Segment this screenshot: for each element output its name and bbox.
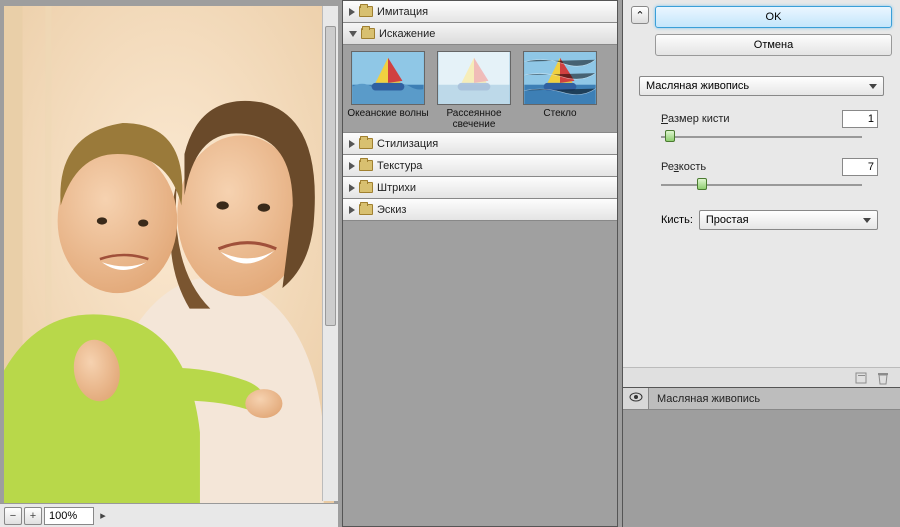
filter-thumb-diffuse-glow[interactable]: Рассеянное свечение	[433, 51, 515, 130]
effect-layer-name: Масляная живопись	[649, 393, 768, 405]
thumb-label: Стекло	[519, 108, 601, 119]
effect-layer-toolbar	[623, 367, 900, 387]
filter-select[interactable]: Масляная живопись	[639, 76, 884, 96]
category-tekstura[interactable]: Текстура	[343, 155, 617, 177]
param-label-sharpness: Резкость	[661, 161, 706, 173]
filter-thumb-ocean-waves[interactable]: Океанские волны	[347, 51, 429, 119]
cancel-button[interactable]: Отмена	[655, 34, 892, 56]
brush-type-select[interactable]: Простая	[699, 210, 878, 230]
filter-select-value: Масляная живопись	[646, 80, 749, 92]
eye-icon	[629, 392, 643, 405]
zoom-out-button[interactable]: −	[4, 507, 22, 525]
zoom-field[interactable]: 100%	[44, 507, 94, 525]
preview-toolbar: − + 100% ▸	[0, 503, 338, 527]
preview-canvas[interactable]	[4, 6, 334, 503]
triangle-down-icon	[349, 31, 357, 37]
brush-type-value: Простая	[706, 214, 749, 226]
category-label: Стилизация	[377, 138, 438, 150]
filter-gallery-panel: Имитация Искажение Океански	[342, 0, 618, 527]
chevron-down-icon	[869, 84, 877, 89]
filter-thumbnails: Океанские волны Рассеянное свечение	[343, 45, 617, 133]
chevron-up-icon: ⌃	[635, 9, 644, 22]
category-label: Имитация	[377, 6, 428, 18]
folder-icon	[359, 160, 373, 171]
preview-panel: − + 100% ▸	[0, 0, 338, 527]
category-iskazhenie[interactable]: Искажение	[343, 23, 617, 45]
folder-icon	[359, 6, 373, 17]
visibility-toggle[interactable]	[623, 388, 649, 409]
chevron-down-icon	[863, 218, 871, 223]
effect-layer-row[interactable]: Масляная живопись	[623, 388, 900, 410]
folder-icon	[359, 138, 373, 149]
param-label-brush-size: Размер кисти	[661, 113, 730, 125]
folder-icon	[361, 28, 375, 39]
thumb-label: Рассеянное свечение	[433, 108, 515, 130]
category-label: Штрихи	[377, 182, 416, 194]
triangle-right-icon	[349, 162, 355, 170]
effect-layer-list: Масляная живопись	[623, 387, 900, 527]
ok-button[interactable]: OK	[655, 6, 892, 28]
zoom-menu-icon[interactable]: ▸	[96, 507, 110, 525]
category-label: Текстура	[377, 160, 422, 172]
folder-icon	[359, 182, 373, 193]
new-effect-layer-icon[interactable]	[854, 371, 868, 385]
brush-type-label: Кисть:	[661, 214, 693, 226]
delete-effect-layer-icon[interactable]	[876, 371, 890, 385]
slider-thumb[interactable]	[665, 130, 675, 142]
filter-settings: Масляная живопись Размер кисти 1 Резкост…	[631, 68, 892, 238]
triangle-right-icon	[349, 8, 355, 16]
zoom-in-button[interactable]: +	[24, 507, 42, 525]
category-stilizatsiya[interactable]: Стилизация	[343, 133, 617, 155]
triangle-right-icon	[349, 140, 355, 148]
slider-sharpness[interactable]	[661, 178, 862, 192]
settings-panel: ⌃ OK Отмена Масляная живопись Размер кис…	[622, 0, 900, 527]
triangle-right-icon	[349, 206, 355, 214]
folder-icon	[359, 204, 373, 215]
collapse-gallery-button[interactable]: ⌃	[631, 6, 649, 24]
triangle-right-icon	[349, 184, 355, 192]
param-input-brush-size[interactable]: 1	[842, 110, 878, 128]
filter-thumb-glass[interactable]: Стекло	[519, 51, 601, 119]
category-eskiz[interactable]: Эскиз	[343, 199, 617, 221]
category-label: Эскиз	[377, 204, 406, 216]
slider-brush-size[interactable]	[661, 130, 862, 144]
param-input-sharpness[interactable]: 7	[842, 158, 878, 176]
category-imitatsiya[interactable]: Имитация	[343, 1, 617, 23]
category-label: Искажение	[379, 28, 435, 40]
slider-thumb[interactable]	[697, 178, 707, 190]
thumb-label: Океанские волны	[347, 108, 429, 119]
category-shtrihi[interactable]: Штрихи	[343, 177, 617, 199]
preview-vertical-scrollbar[interactable]	[322, 6, 338, 501]
